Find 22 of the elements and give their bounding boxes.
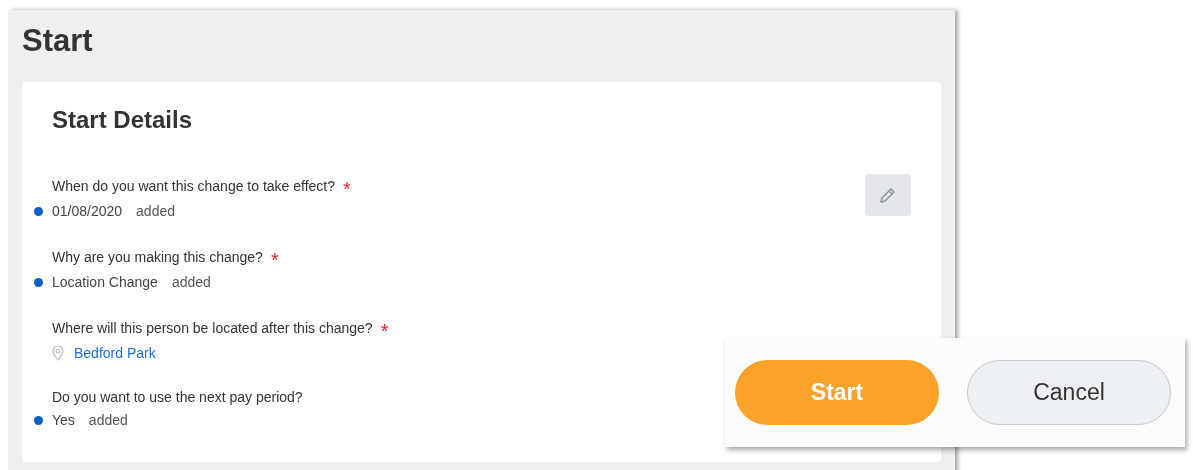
required-mark: * bbox=[270, 248, 279, 267]
change-status: added bbox=[88, 412, 128, 428]
location-pin-icon bbox=[52, 345, 64, 361]
required-mark: * bbox=[380, 319, 389, 338]
field-question: Where will this person be located after this change? bbox=[52, 320, 373, 336]
change-status: added bbox=[171, 274, 211, 290]
card-title: Start Details bbox=[52, 106, 193, 134]
change-dot bbox=[34, 277, 43, 287]
field-question: Do you want to use the next pay period? bbox=[52, 389, 303, 405]
edit-button[interactable] bbox=[865, 174, 911, 216]
field-question: When do you want this change to take effect? bbox=[52, 178, 336, 194]
location-link[interactable]: Bedford Park bbox=[74, 345, 156, 361]
field-value: 01/08/2020 bbox=[52, 203, 123, 219]
field-value: Location Change bbox=[52, 274, 158, 290]
change-status: added bbox=[136, 203, 175, 219]
change-dot bbox=[34, 206, 43, 216]
field-value: Yes bbox=[52, 412, 75, 428]
page-title: Start bbox=[22, 22, 93, 60]
field-question: Why are you making this change? bbox=[52, 249, 263, 265]
change-dot bbox=[34, 415, 43, 425]
required-mark: * bbox=[343, 177, 351, 196]
cancel-button[interactable]: Cancel bbox=[967, 360, 1171, 425]
